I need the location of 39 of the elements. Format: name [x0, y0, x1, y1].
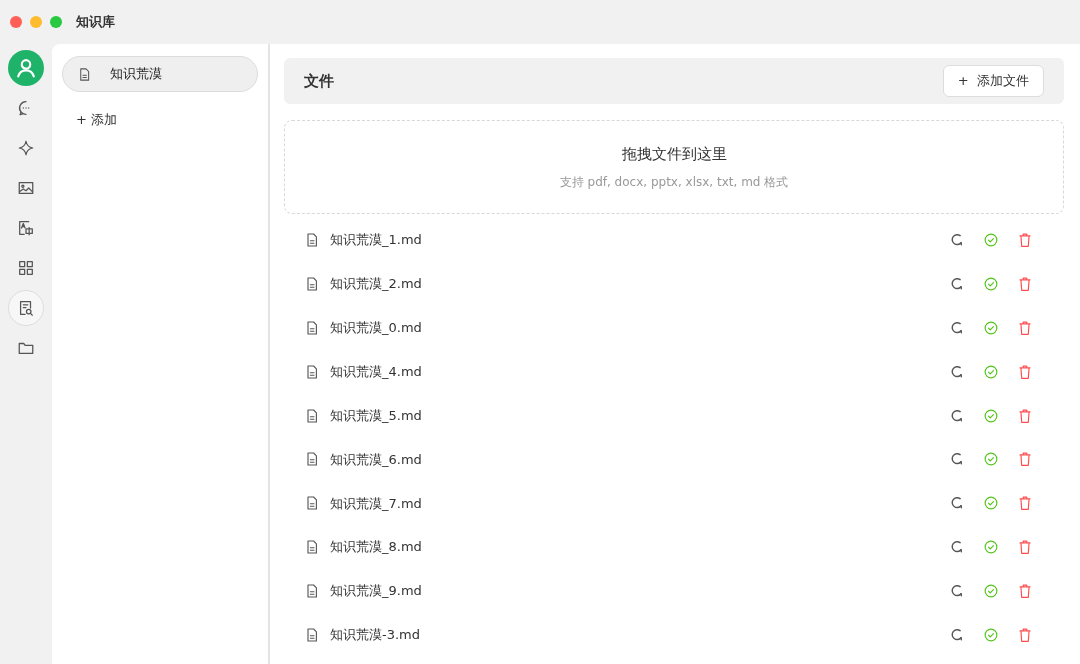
image-icon	[17, 179, 35, 197]
document-icon	[304, 319, 320, 336]
document-search-icon	[17, 299, 35, 317]
sparkle-icon	[17, 139, 35, 157]
document-icon	[304, 626, 320, 643]
document-icon	[304, 583, 320, 600]
document-icon	[77, 66, 92, 82]
window-title: 知识库	[76, 13, 115, 32]
document-icon	[304, 275, 320, 292]
apps-grid-icon	[17, 259, 35, 277]
sidebar-nav-button[interactable]	[8, 290, 44, 326]
document-icon	[304, 495, 320, 512]
document-icon	[304, 363, 320, 380]
avatar-icon	[14, 56, 38, 80]
add-file-button[interactable]: + 添加文件	[942, 65, 1044, 97]
file-drop-zone[interactable]: 拖拽文件到这里 支持 pdf, docx, pptx, xlsx, txt, md 格式	[284, 120, 1064, 214]
document-icon	[304, 231, 320, 248]
file-name: 知识荒漠_0.md	[330, 318, 423, 337]
drop-zone-hint: 支持 pdf, docx, pptx, xlsx, txt, md 格式	[559, 174, 789, 192]
file-name: 知识荒漠_4.md	[330, 362, 423, 381]
zoom-window-button[interactable]	[50, 16, 62, 28]
file-name: 知识荒漠_2.md	[330, 275, 423, 294]
close-window-button[interactable]	[10, 16, 22, 28]
document-icon	[304, 407, 320, 424]
add-knowledge-base-button[interactable]: + 添加	[76, 110, 118, 130]
file-name: 知识荒漠_7.md	[330, 494, 423, 513]
file-name: 知识荒漠-3.md	[330, 626, 421, 645]
document-icon	[304, 539, 320, 556]
file-name: 知识荒漠_6.md	[330, 450, 423, 469]
file-name: 知识荒漠_5.md	[330, 406, 423, 425]
knowledge-base-item[interactable]: 知识荒漠	[62, 56, 258, 92]
file-name: 知识荒漠_8.md	[330, 538, 423, 557]
file-name: 知识荒漠_1.md	[330, 231, 423, 250]
files-title: 文件	[304, 70, 334, 92]
file-name: 知识荒漠_9.md	[330, 582, 423, 601]
translate-icon	[17, 219, 35, 237]
drop-zone-title: 拖拽文件到这里	[621, 143, 727, 165]
avatar-button[interactable]	[8, 50, 44, 86]
document-icon	[304, 451, 320, 468]
